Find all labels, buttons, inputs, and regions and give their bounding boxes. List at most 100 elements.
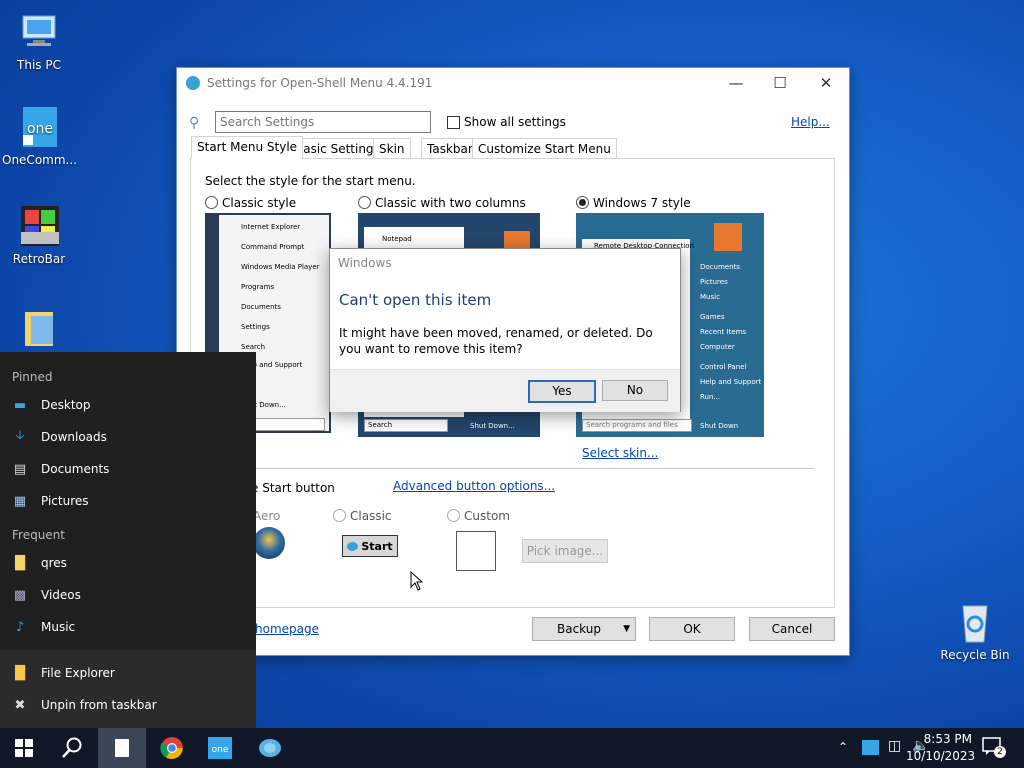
chevron-up-icon[interactable]: ⌃ (838, 740, 848, 754)
preview-item: Notepad (382, 235, 412, 243)
computer-icon (17, 10, 61, 54)
clock[interactable]: 8:53 PM 10/10/2023 (906, 731, 976, 765)
jump-item-label: qres (41, 556, 67, 570)
notifications-button[interactable]: 2 (982, 737, 1006, 758)
clock-time: 8:53 PM (923, 732, 972, 746)
onecommander-icon: one (208, 737, 232, 759)
unpin-icon: ✖ (14, 697, 26, 713)
retrobar-icon (17, 204, 61, 248)
pinned-header: Pinned (12, 370, 53, 384)
two-columns-label: Classic with two columns (375, 196, 526, 210)
jump-item-label: File Explorer (41, 666, 115, 680)
folder-icon (17, 306, 61, 350)
backup-label: Backup (557, 622, 601, 636)
folder-icon: █ (15, 555, 25, 571)
jump-item-desktop[interactable]: ▬ Desktop (0, 390, 256, 420)
videos-icon: ▩ (13, 587, 27, 603)
windows7-style-radio[interactable]: Windows 7 style (576, 196, 691, 210)
tab-taskbar[interactable]: Taskbar (421, 138, 479, 159)
tab-skin[interactable]: Skin (373, 138, 411, 159)
no-button[interactable]: No (602, 380, 668, 401)
close-button[interactable]: ✕ (803, 68, 849, 98)
yes-button[interactable]: Yes (528, 380, 596, 403)
tab-customize-start-menu[interactable]: Customize Start Menu (472, 138, 617, 159)
jump-item-downloads[interactable]: 🡣 Downloads (0, 422, 256, 452)
preview-item: Search programs and files (586, 421, 678, 429)
music-icon: ♪ (15, 619, 25, 635)
start-preview-label: Start (361, 539, 393, 553)
custom-button-label: Custom (464, 509, 510, 523)
jump-item-label: Music (41, 620, 76, 634)
taskbar-app-onecommander[interactable]: one (196, 728, 244, 768)
window-title: Settings for Open-Shell Menu 4.4.191 (207, 76, 433, 90)
network-icon[interactable]: ◫ (888, 738, 901, 754)
onecommander-tray-icon[interactable] (862, 740, 879, 755)
clock-date: 10/10/2023 (906, 749, 976, 763)
custom-button-preview (456, 531, 496, 571)
cancel-button[interactable]: Cancel (749, 617, 835, 641)
preview-item: Settings (241, 323, 270, 331)
advanced-button-options-link[interactable]: Advanced button options... (393, 479, 555, 493)
jump-item-music[interactable]: ♪ Music (0, 612, 256, 642)
jump-item-pictures[interactable]: ▦ Pictures (0, 486, 256, 516)
divider (251, 468, 814, 469)
classic-button-radio[interactable]: Classic (333, 509, 392, 523)
start-button[interactable] (0, 728, 48, 768)
search-icon: ⚲ (189, 115, 200, 131)
preview-item: Help and Support (700, 378, 762, 386)
maximize-button[interactable]: ☐ (757, 68, 803, 98)
pictures-icon: ▦ (13, 493, 27, 509)
preview-item: Run... (700, 393, 721, 401)
preview-item: Documents (700, 263, 740, 271)
preview-item: Games (700, 313, 725, 321)
show-all-settings-checkbox[interactable]: Show all settings (447, 115, 566, 129)
classic-style-label: Classic style (222, 196, 297, 210)
dialog-message: It might have been moved, renamed, or de… (339, 326, 653, 356)
desktop-icon-recycle-bin[interactable]: Recycle Bin (938, 600, 1012, 662)
recycle-bin-icon (953, 600, 997, 644)
windows7-style-label: Windows 7 style (593, 196, 691, 210)
preview-item: Internet Explorer (241, 223, 301, 231)
ok-button[interactable]: OK (649, 617, 735, 641)
document-icon (115, 739, 129, 757)
dialog-heading: Can't open this item (339, 291, 492, 309)
desktop-icon-this-pc[interactable]: This PC (2, 10, 76, 72)
search-input[interactable] (215, 111, 431, 133)
desktop-icon-onecommander[interactable]: one OneComm... (2, 105, 77, 167)
desktop-icon-folder[interactable] (2, 306, 76, 354)
jump-item-unpin[interactable]: ✖ Unpin from taskbar (0, 690, 256, 720)
jump-item-label: Documents (41, 462, 110, 476)
select-skin-link[interactable]: Select skin... (582, 446, 658, 460)
search-icon (62, 737, 82, 758)
windows-logo-icon (15, 739, 33, 757)
jump-item-qres[interactable]: █ qres (0, 548, 256, 578)
minimize-button[interactable]: — (713, 68, 759, 98)
tab-basic-settings[interactable]: Basic Settings (289, 138, 386, 159)
two-columns-radio[interactable]: Classic with two columns (358, 196, 526, 210)
jump-item-label: Pictures (41, 494, 89, 508)
homepage-link[interactable]: homepage (255, 622, 319, 636)
classic-start-preview: Start (342, 535, 398, 557)
desktop-icon-label: Recycle Bin (940, 648, 1010, 662)
taskbar-app-chrome[interactable] (148, 728, 196, 768)
dialog-title: Windows (338, 256, 392, 270)
jump-item-file-explorer[interactable]: █ File Explorer (0, 658, 256, 688)
preview-item: Command Prompt (241, 243, 305, 251)
aero-label: Aero (253, 509, 281, 523)
svg-text:one: one (27, 121, 53, 137)
aero-radio[interactable]: Aero (253, 509, 280, 523)
pick-image-button[interactable]: Pick image... (522, 539, 608, 563)
jump-item-documents[interactable]: ▤ Documents (0, 454, 256, 484)
custom-button-radio[interactable]: Custom (447, 509, 510, 523)
classic-style-radio[interactable]: Classic style (205, 196, 296, 210)
error-dialog: Windows Can't open this item It might ha… (329, 248, 681, 412)
taskbar-app-notepad[interactable] (98, 728, 146, 768)
desktop-icon-retrobar[interactable]: RetroBar (2, 204, 76, 266)
tab-start-menu-style[interactable]: Start Menu Style (191, 136, 304, 159)
jump-item-videos[interactable]: ▩ Videos (0, 580, 256, 610)
backup-button[interactable]: Backup ▼ (532, 617, 636, 641)
classic-button-label: Classic (350, 509, 392, 523)
taskbar-app-open-shell[interactable] (246, 728, 294, 768)
help-link[interactable]: Help... (791, 115, 830, 129)
search-button[interactable] (48, 728, 96, 768)
